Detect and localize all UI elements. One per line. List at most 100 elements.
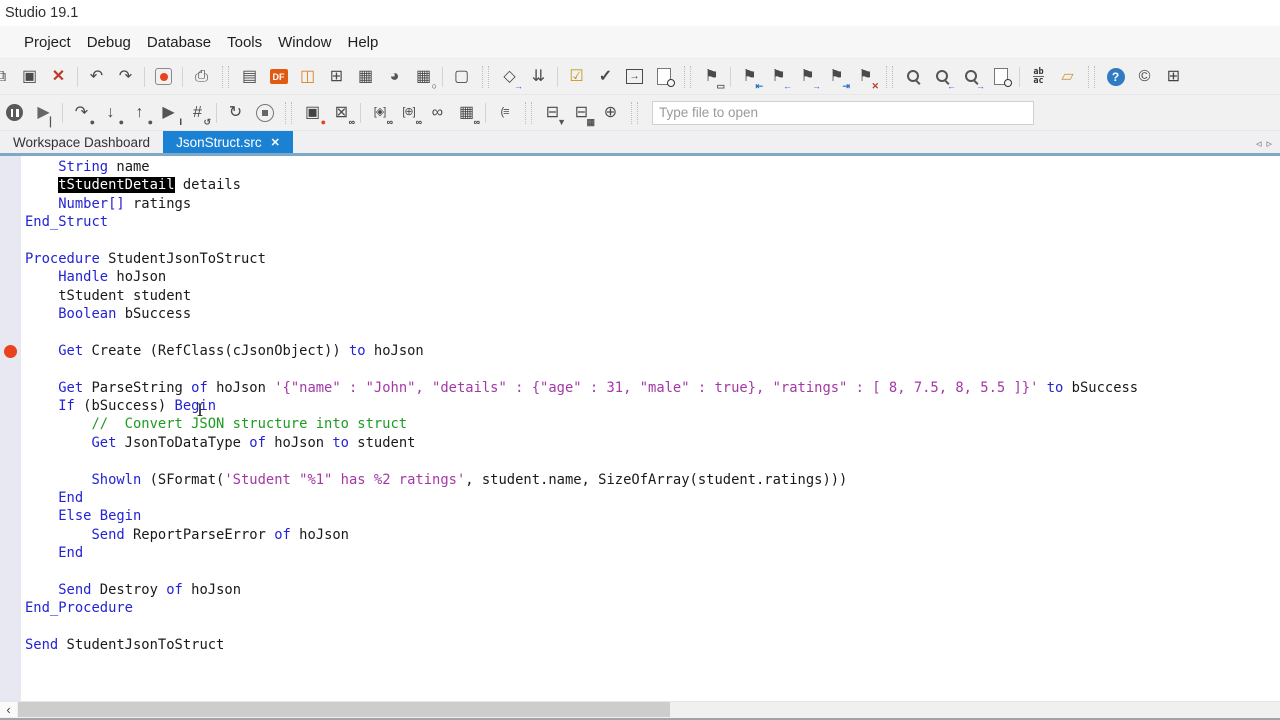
code-line[interactable]: Send Destroy of hoJson xyxy=(0,581,1280,599)
code-line[interactable]: Send ReportParseError of hoJson xyxy=(0,526,1280,544)
code-line[interactable]: Boolean bSuccess xyxy=(0,305,1280,323)
find-icon[interactable] xyxy=(899,63,928,91)
toolbar-grip-handle[interactable] xyxy=(482,65,489,88)
code-line[interactable]: Get Create (RefClass(cJsonObject)) to ho… xyxy=(0,342,1280,360)
run-to-cursor-icon[interactable]: ▶ I xyxy=(154,99,183,127)
call-stack-icon[interactable]: (≡ xyxy=(490,99,519,127)
toolbar-grip-handle[interactable] xyxy=(631,101,638,124)
theme-palette-icon[interactable]: ◕ xyxy=(380,63,409,91)
code-line[interactable] xyxy=(0,232,1280,250)
global-watch-icon[interactable]: [⊕] ∞ xyxy=(394,99,423,127)
menu-item-help[interactable]: Help xyxy=(340,26,387,58)
code-line[interactable]: Number[] ratings xyxy=(0,195,1280,213)
watch-expression-icon[interactable]: [◈] ∞ xyxy=(365,99,394,127)
table-watch-icon[interactable]: ▦ ∞ xyxy=(452,99,481,127)
code-line[interactable]: End xyxy=(0,489,1280,507)
set-next-statement-icon[interactable]: # ↺ xyxy=(183,99,212,127)
code-line[interactable] xyxy=(0,324,1280,342)
code-line[interactable]: String name xyxy=(0,158,1280,176)
toolbar-grip-handle[interactable] xyxy=(886,65,893,88)
compile-icon[interactable]: ⇊ xyxy=(524,63,553,91)
tab-scroll-right-icon[interactable]: ▹ xyxy=(1266,137,1272,150)
order-entry-view-icon[interactable]: ◫ xyxy=(293,63,322,91)
menu-item-project[interactable]: Project xyxy=(16,26,79,58)
code-pane[interactable]: String name tStudentDetail details Numbe… xyxy=(0,158,1280,655)
validate-checklist-icon[interactable]: ✓ xyxy=(591,63,620,91)
toolbar-grip-handle[interactable] xyxy=(525,101,532,124)
code-line[interactable]: // Convert JSON structure into struct xyxy=(0,415,1280,433)
breakpoint-icon[interactable] xyxy=(4,344,17,358)
step-out-icon[interactable]: ↑ ● xyxy=(125,99,154,127)
menu-item-debug[interactable]: Debug xyxy=(79,26,139,58)
code-line[interactable]: Handle hoJson xyxy=(0,268,1280,286)
redo-icon[interactable]: ↷ xyxy=(111,63,140,91)
code-line[interactable] xyxy=(0,360,1280,378)
code-line[interactable]: End_Struct xyxy=(0,213,1280,231)
window-layout-icon[interactable]: ⊞ xyxy=(1159,63,1188,91)
code-line[interactable]: End_Procedure xyxy=(0,599,1280,617)
restart-debug-icon[interactable]: ↻ xyxy=(221,99,250,127)
horizontal-scrollbar[interactable]: ‹ xyxy=(0,701,1280,718)
find-next-icon[interactable]: → xyxy=(957,63,986,91)
delete-icon[interactable]: ✕ xyxy=(44,63,73,91)
menu-item-database[interactable]: Database xyxy=(139,26,219,58)
step-over-icon[interactable]: ↷ ● xyxy=(67,99,96,127)
stop-debug-icon[interactable] xyxy=(250,99,279,127)
dataflex-project-icon[interactable]: DF xyxy=(264,63,293,91)
scrollbar-left-arrow-icon[interactable]: ‹ xyxy=(0,702,17,717)
code-editor[interactable]: String name tStudentDetail details Numbe… xyxy=(0,156,1280,701)
toolbar-grip-handle[interactable] xyxy=(684,65,691,88)
code-line[interactable]: Procedure StudentJsonToStruct xyxy=(0,250,1280,268)
step-into-icon[interactable]: ↓ ● xyxy=(96,99,125,127)
first-bookmark-icon[interactable]: ⚑ ⇤ xyxy=(735,63,764,91)
tab-jsonstruct-src[interactable]: JsonStruct.src ✕ xyxy=(163,131,293,153)
tab-scroll-left-icon[interactable]: ◃ xyxy=(1256,137,1262,150)
tab-workspace-dashboard[interactable]: Workspace Dashboard xyxy=(0,131,163,153)
toggle-breakpoint-icon[interactable]: ▣ ● xyxy=(298,99,327,127)
copy-icon[interactable]: ⧉ xyxy=(0,63,15,91)
locals-window-icon[interactable]: ∞ xyxy=(423,99,452,127)
deploy-package-icon[interactable]: ◇ → xyxy=(495,63,524,91)
code-line[interactable]: Get ParseString of hoJson '{"name" : "Jo… xyxy=(0,379,1280,397)
tab-close-icon[interactable]: ✕ xyxy=(271,136,280,149)
print-icon[interactable]: ⎙ xyxy=(187,63,216,91)
about-icon[interactable]: © xyxy=(1130,63,1159,91)
undo-icon[interactable]: ↶ xyxy=(82,63,111,91)
toggle-bookmark-icon[interactable]: ⚑ ▭ xyxy=(697,63,726,91)
code-line[interactable]: Else Begin xyxy=(0,507,1280,525)
toolbar-grip-handle[interactable] xyxy=(1088,65,1095,88)
new-file-icon[interactable]: ▢ xyxy=(447,63,476,91)
code-preview-icon[interactable] xyxy=(649,63,678,91)
run-program-icon[interactable]: → xyxy=(620,63,649,91)
code-line[interactable]: End xyxy=(0,544,1280,562)
breakpoints-window-icon[interactable]: ⊠ ∞ xyxy=(327,99,356,127)
toolbar-grip-handle[interactable] xyxy=(285,101,292,124)
data-dictionary-icon[interactable]: ⊞ xyxy=(322,63,351,91)
help-icon[interactable]: ? xyxy=(1101,63,1130,91)
replace-in-files-icon[interactable]: ▱ xyxy=(1053,63,1082,91)
workspace-dashboard-icon[interactable]: ▤ xyxy=(235,63,264,91)
code-line[interactable]: Showln (SFormat('Student "%1" has %2 rat… xyxy=(0,471,1280,489)
database-explorer-icon[interactable]: ⊟ ▼ xyxy=(538,99,567,127)
menu-item-tools[interactable]: Tools xyxy=(219,26,270,58)
break-all-icon[interactable] xyxy=(0,99,29,127)
database-builder-icon[interactable]: ⊟ ▦ xyxy=(567,99,596,127)
clear-bookmarks-icon[interactable]: ⚑ ✕ xyxy=(851,63,880,91)
last-bookmark-icon[interactable]: ⚑ ⇥ xyxy=(822,63,851,91)
web-database-icon[interactable]: ⊕ xyxy=(596,99,625,127)
code-line[interactable]: If (bSuccess) Begin xyxy=(0,397,1280,415)
paste-icon[interactable]: ▣ xyxy=(15,63,44,91)
record-macro-icon[interactable] xyxy=(149,63,178,91)
code-line[interactable]: tStudent student xyxy=(0,287,1280,305)
menu-item-window[interactable]: Window xyxy=(270,26,339,58)
step-next-icon[interactable]: ▶ ▏ xyxy=(29,99,58,127)
find-previous-icon[interactable]: ← xyxy=(928,63,957,91)
next-bookmark-icon[interactable]: ⚑ → xyxy=(793,63,822,91)
code-line[interactable]: Send StudentJsonToStruct xyxy=(0,636,1280,654)
code-line[interactable] xyxy=(0,563,1280,581)
code-line[interactable]: tStudentDetail details xyxy=(0,176,1280,194)
find-in-files-icon[interactable] xyxy=(986,63,1015,91)
toolbar-grip-handle[interactable] xyxy=(222,65,229,88)
table-editor-icon[interactable]: ▦ xyxy=(351,63,380,91)
file-open-input[interactable] xyxy=(652,100,1034,125)
